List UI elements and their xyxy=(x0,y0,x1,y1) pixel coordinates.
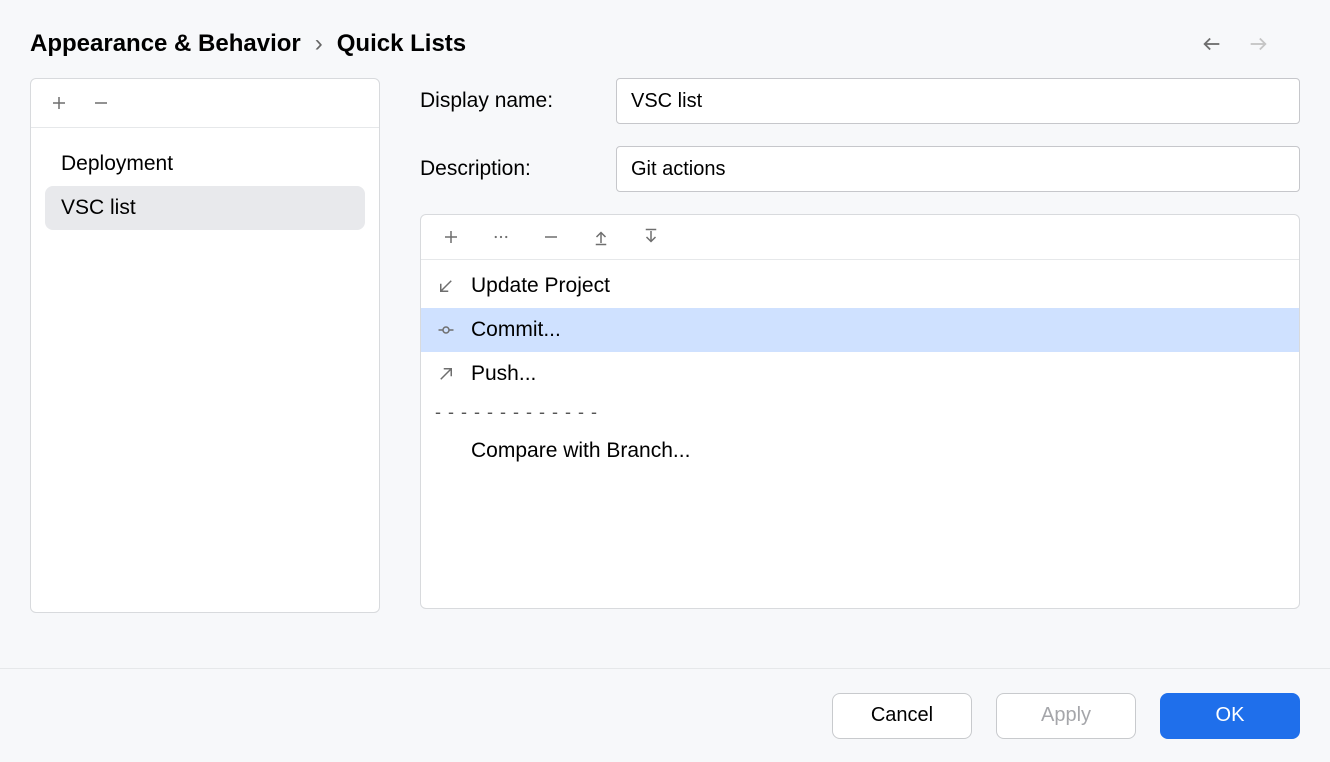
add-action-icon[interactable] xyxy=(439,225,463,249)
action-item-commit[interactable]: Commit... xyxy=(421,308,1299,352)
add-list-icon[interactable] xyxy=(47,91,71,115)
breadcrumb: Appearance & Behavior › Quick Lists xyxy=(30,30,466,58)
commit-node-icon xyxy=(435,319,457,341)
arrow-up-right-icon xyxy=(435,363,457,385)
move-down-icon[interactable] xyxy=(639,225,663,249)
remove-action-icon[interactable] xyxy=(539,225,563,249)
display-name-input[interactable] xyxy=(616,78,1300,124)
cancel-button[interactable]: Cancel xyxy=(832,693,972,739)
remove-list-icon[interactable] xyxy=(89,91,113,115)
quick-lists-sidebar: Deployment VSC list xyxy=(30,78,380,613)
sidebar-item-label: VSC list xyxy=(61,196,136,219)
actions-separator: - - - - - - - - - - - - - xyxy=(421,396,1299,429)
action-item-label: Push... xyxy=(471,362,536,386)
breadcrumb-current: Quick Lists xyxy=(337,30,466,58)
action-item-update-project[interactable]: Update Project xyxy=(421,264,1299,308)
action-item-compare-branch[interactable]: Compare with Branch... xyxy=(421,429,1299,473)
move-up-icon[interactable] xyxy=(589,225,613,249)
sidebar-item-vsc-list[interactable]: VSC list xyxy=(45,186,365,230)
sidebar-item-label: Deployment xyxy=(61,152,173,175)
display-name-label: Display name: xyxy=(420,89,590,113)
action-item-push[interactable]: Push... xyxy=(421,352,1299,396)
nav-forward-icon xyxy=(1246,32,1270,56)
action-item-label: Update Project xyxy=(471,274,610,298)
ok-button[interactable]: OK xyxy=(1160,693,1300,739)
nav-back-icon[interactable] xyxy=(1200,32,1224,56)
breadcrumb-parent[interactable]: Appearance & Behavior xyxy=(30,30,301,58)
action-item-label: Compare with Branch... xyxy=(435,439,690,463)
action-item-label: Commit... xyxy=(471,318,561,342)
actions-panel: Update Project Commit... Push... - - - -… xyxy=(420,214,1300,609)
apply-button: Apply xyxy=(996,693,1136,739)
add-separator-icon[interactable] xyxy=(489,225,513,249)
arrow-down-left-icon xyxy=(435,275,457,297)
description-input[interactable] xyxy=(616,146,1300,192)
sidebar-item-deployment[interactable]: Deployment xyxy=(45,142,365,186)
breadcrumb-separator-icon: › xyxy=(315,30,323,58)
description-label: Description: xyxy=(420,157,590,181)
